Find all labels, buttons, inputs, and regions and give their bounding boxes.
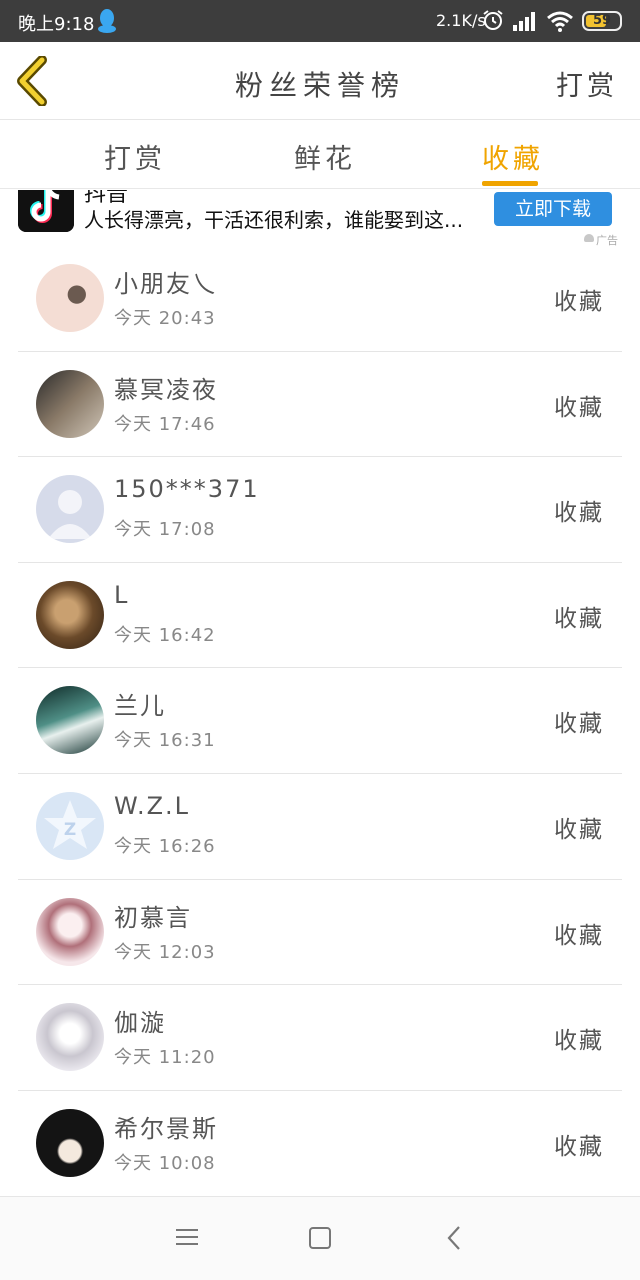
list-item[interactable]: 希尔景斯 今天 10:08 收藏 bbox=[18, 1091, 622, 1197]
favorites-list: 小朋友乀 今天 20:43 收藏 慕冥凌夜 今天 17:46 收藏 150***… bbox=[0, 246, 640, 1196]
action-label: 收藏 bbox=[554, 289, 604, 315]
avatar bbox=[36, 580, 104, 649]
user-name: 兰儿 bbox=[114, 692, 166, 721]
timestamp: 今天 11:20 bbox=[114, 1047, 216, 1069]
svg-text:Z: Z bbox=[64, 820, 76, 840]
action-label: 收藏 bbox=[554, 394, 604, 421]
list-item[interactable]: 慕冥凌夜 今天 17:46 收藏 bbox=[18, 352, 622, 458]
avatar bbox=[36, 369, 104, 438]
list-item[interactable]: 伽漩 今天 11:20 收藏 bbox=[18, 985, 622, 1091]
wifi-icon bbox=[547, 11, 573, 32]
list-item[interactable]: 150***371 今天 17:08 收藏 bbox=[18, 457, 622, 563]
qq-icon bbox=[98, 9, 116, 33]
user-name: 小朋友乀 bbox=[114, 270, 218, 298]
timestamp: 今天 17:08 bbox=[114, 519, 216, 541]
tab-reward[interactable]: 打赏 bbox=[104, 137, 166, 176]
action-label: 收藏 bbox=[554, 816, 604, 843]
alarm-icon bbox=[483, 10, 503, 30]
timestamp: 今天 20:43 bbox=[114, 308, 216, 329]
list-item[interactable]: L 今天 16:42 收藏 bbox=[18, 563, 622, 669]
user-name: 初慕言 bbox=[114, 903, 192, 932]
timestamp: 今天 17:46 bbox=[114, 413, 216, 435]
qzone-star-icon: Z bbox=[44, 799, 96, 849]
active-tab-indicator bbox=[482, 181, 538, 186]
tab-favorites[interactable]: 收藏 bbox=[482, 137, 544, 176]
user-name: 希尔景斯 bbox=[114, 1114, 218, 1143]
user-name: 慕冥凌夜 bbox=[114, 375, 218, 404]
action-label: 收藏 bbox=[554, 500, 604, 527]
timestamp: 今天 12:03 bbox=[114, 941, 216, 963]
timestamp: 今天 16:42 bbox=[114, 624, 216, 646]
user-name: L bbox=[114, 580, 130, 609]
user-name: 150***371 bbox=[114, 475, 260, 504]
battery-icon: 59 bbox=[582, 11, 622, 31]
system-nav-bar bbox=[0, 1196, 640, 1280]
avatar bbox=[36, 686, 104, 755]
status-bar: 晚上9:18 2.1K/s 59 bbox=[0, 0, 640, 42]
ad-download-button[interactable]: 立即下载 bbox=[494, 192, 612, 226]
avatar bbox=[36, 1108, 104, 1177]
list-item[interactable]: 小朋友乀 今天 20:43 收藏 bbox=[18, 246, 622, 352]
tab-bar: 打赏 鲜花 收藏 bbox=[0, 121, 640, 189]
ad-banner[interactable]: 抖音 人长得漂亮，干活还很利索，谁能娶到这... 立即下载 广告 bbox=[0, 190, 640, 246]
action-label: 收藏 bbox=[554, 922, 604, 949]
default-avatar-icon bbox=[48, 490, 92, 540]
action-label: 收藏 bbox=[554, 1133, 604, 1160]
network-speed: 2.1K/s bbox=[436, 11, 486, 30]
list-item[interactable]: 初慕言 今天 12:03 收藏 bbox=[18, 880, 622, 986]
action-label: 收藏 bbox=[554, 1028, 604, 1055]
home-icon[interactable] bbox=[309, 1227, 331, 1249]
avatar bbox=[36, 475, 104, 544]
avatar bbox=[36, 897, 104, 966]
tab-flowers[interactable]: 鲜花 bbox=[294, 137, 356, 176]
tiktok-logo-icon bbox=[18, 190, 74, 232]
ad-text: 人长得漂亮，干活还很利索，谁能娶到这... bbox=[84, 208, 464, 232]
avatar: Z bbox=[36, 791, 104, 860]
timestamp: 今天 16:26 bbox=[114, 835, 216, 857]
action-label: 收藏 bbox=[554, 605, 604, 632]
user-name: W.Z.L bbox=[114, 791, 191, 820]
ad-label: 广告 bbox=[596, 234, 618, 246]
list-item[interactable]: 兰儿 今天 16:31 收藏 bbox=[18, 668, 622, 774]
status-time: 晚上9:18 bbox=[18, 14, 95, 35]
signal-icon bbox=[513, 12, 535, 31]
battery-level: 59 bbox=[592, 13, 612, 28]
reward-button[interactable]: 打赏 bbox=[556, 64, 618, 103]
action-label: 收藏 bbox=[554, 711, 604, 738]
list-item[interactable]: Z W.Z.L 今天 16:26 收藏 bbox=[18, 774, 622, 880]
ad-cloud-icon bbox=[584, 234, 594, 242]
title-bar: 粉丝荣誉榜 打赏 bbox=[0, 42, 640, 120]
timestamp: 今天 10:08 bbox=[114, 1152, 216, 1174]
menu-icon[interactable] bbox=[176, 1227, 198, 1247]
avatar bbox=[36, 1003, 104, 1072]
nav-back-icon[interactable] bbox=[446, 1225, 462, 1251]
timestamp: 今天 16:31 bbox=[114, 730, 216, 752]
user-name: 伽漩 bbox=[114, 1009, 166, 1038]
page-title: 粉丝荣誉榜 bbox=[234, 69, 405, 102]
avatar bbox=[36, 264, 104, 332]
